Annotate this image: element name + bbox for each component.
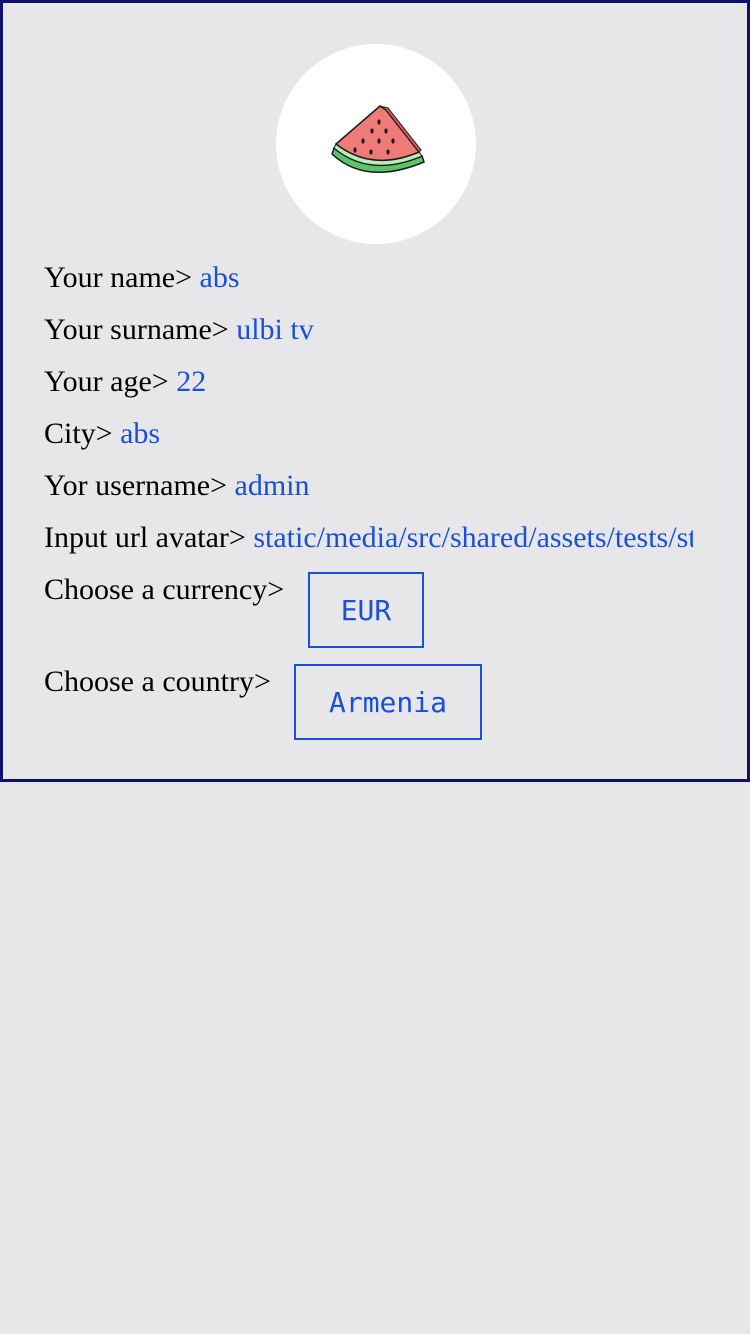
avatar-url-field-row: Input url avatar> <box>44 521 706 555</box>
country-row: Choose a country> <box>44 665 271 699</box>
avatar <box>276 44 476 244</box>
country-selected-value: Armenia <box>328 685 447 719</box>
age-input[interactable] <box>176 365 577 399</box>
name-label: Your name> <box>44 261 193 294</box>
age-field-row: Your age> <box>44 365 706 399</box>
country-label: Choose a country> <box>44 665 271 698</box>
name-input[interactable] <box>199 261 600 295</box>
avatar-url-label: Input url avatar> <box>44 521 246 554</box>
currency-label: Choose a currency> <box>44 573 285 606</box>
watermelon-icon <box>331 105 425 173</box>
username-input[interactable] <box>234 469 635 503</box>
currency-select[interactable]: EUR <box>308 572 424 648</box>
currency-row: Choose a currency> <box>44 573 284 607</box>
profile-card: Your name> Your surname> Your age> City>… <box>0 0 750 782</box>
surname-label: Your surname> <box>44 313 229 346</box>
currency-selected-value: EUR <box>340 593 392 627</box>
city-field-row: City> <box>44 417 706 451</box>
surname-field-row: Your surname> <box>44 313 706 347</box>
username-field-row: Yor username> <box>44 469 706 503</box>
name-field-row: Your name> <box>44 261 706 295</box>
avatar-url-input[interactable] <box>253 521 694 555</box>
city-input[interactable] <box>120 417 521 451</box>
city-label: City> <box>44 417 113 450</box>
surname-input[interactable] <box>236 313 637 347</box>
age-label: Your age> <box>44 365 169 398</box>
username-label: Yor username> <box>44 469 228 502</box>
country-select[interactable]: Armenia <box>294 664 482 740</box>
